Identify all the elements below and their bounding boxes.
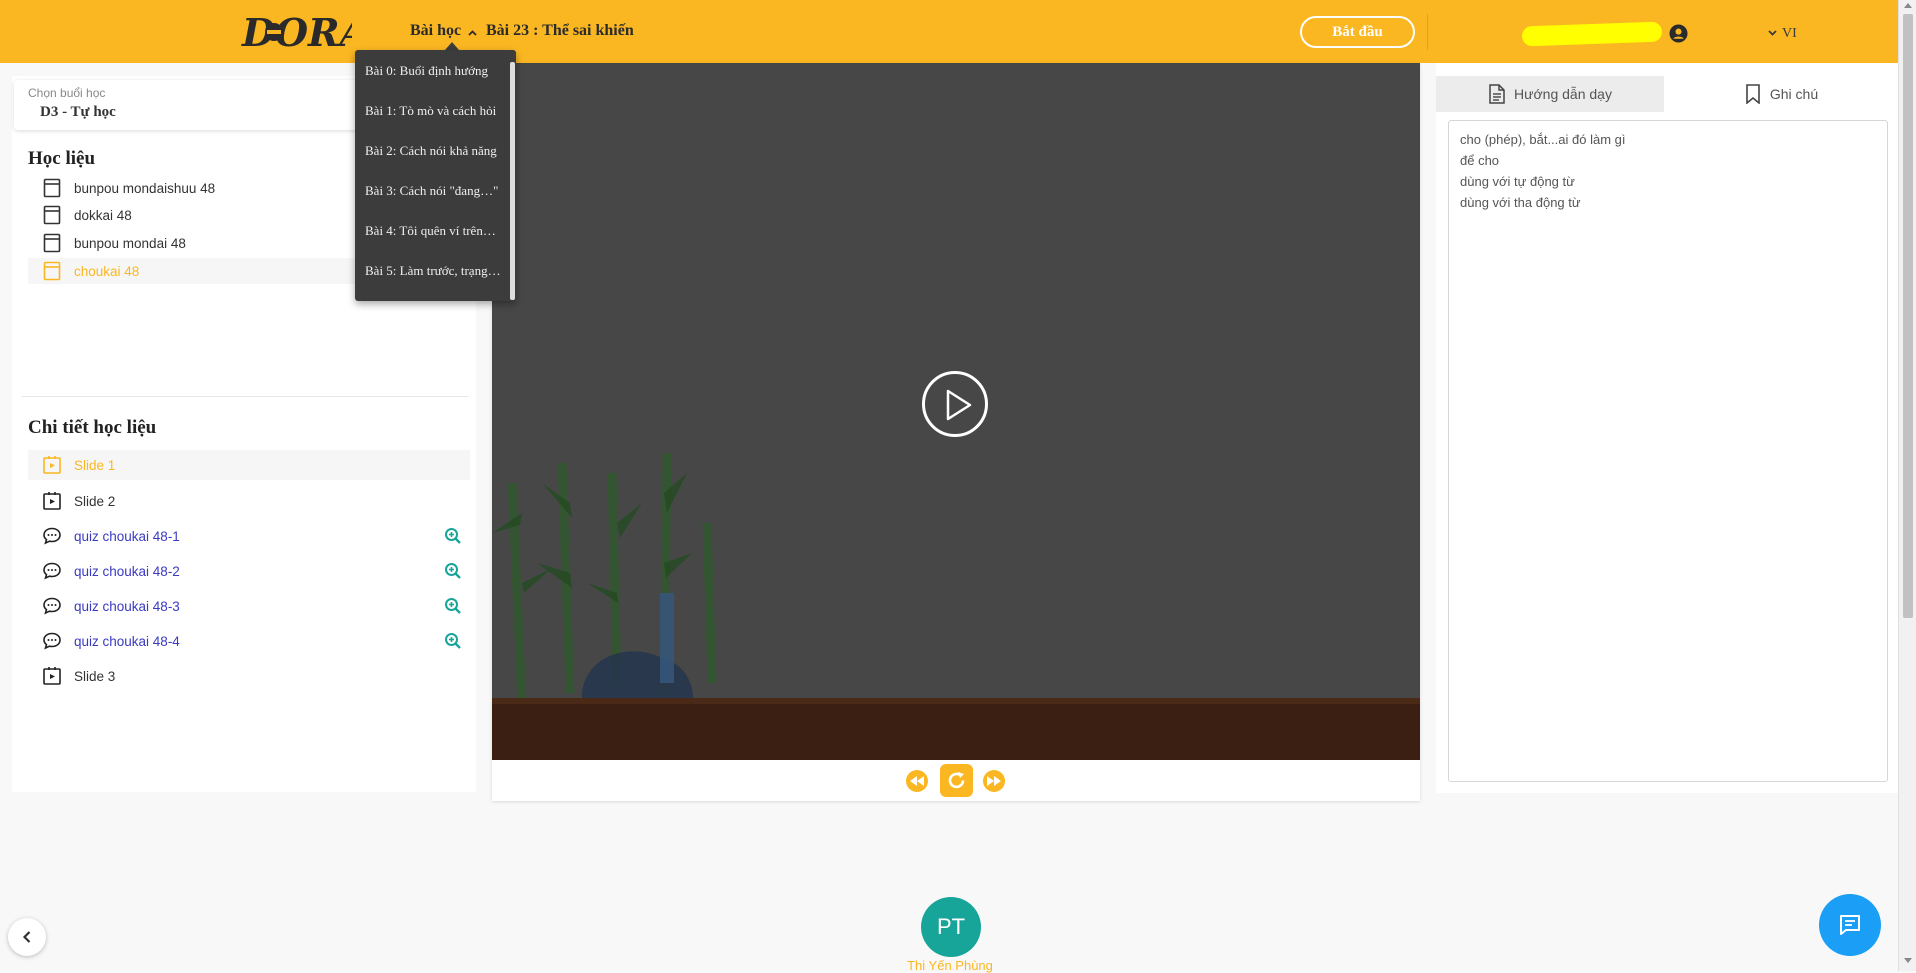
session-select-label: Chọn buổi học [28, 86, 106, 100]
user-account-icon[interactable] [1669, 24, 1688, 43]
quiz-item[interactable]: quiz choukai 48-4 [28, 626, 470, 656]
language-selector[interactable]: VI [1782, 26, 1797, 42]
dropdown-scrollbar[interactable] [510, 62, 515, 300]
note-line: cho (phép), bắt...ai đó làm gì [1460, 132, 1626, 147]
page-scrollbar[interactable] [1898, 0, 1916, 971]
material-item-label: bunpou mondaishuu 48 [74, 180, 216, 196]
scroll-thumb[interactable] [1903, 14, 1913, 618]
book-icon [43, 261, 61, 281]
detail-item[interactable]: Slide 2 [28, 486, 470, 516]
dropdown-caret [445, 42, 459, 50]
quiz-item-label: quiz choukai 48-3 [74, 598, 180, 614]
zoom-preview-icon[interactable] [444, 597, 462, 615]
current-lesson-title: Bài 23 : Thể sai khiến [486, 22, 634, 39]
tab-teaching-guide[interactable]: Hướng dẫn dạy [1436, 76, 1664, 112]
redacted-user-name [1521, 21, 1663, 47]
video-floor [492, 698, 1420, 760]
detail-item-label: Slide 1 [74, 457, 116, 473]
slide-icon [43, 492, 61, 510]
session-select-value: D3 - Tự học [40, 104, 116, 120]
fast-forward-icon [987, 776, 1001, 786]
quiz-item-label: quiz choukai 48-4 [74, 633, 180, 649]
zoom-preview-icon[interactable] [444, 632, 462, 650]
chevron-up-icon[interactable] [468, 30, 477, 36]
quiz-item-label: quiz choukai 48-2 [74, 563, 180, 579]
dropdown-lesson-item[interactable]: Bài 5: Làm trước, trạng… [365, 251, 505, 291]
lessons-menu-button[interactable]: Bài học [410, 22, 461, 40]
tab-teaching-guide-label: Hướng dẫn dạy [1514, 86, 1612, 102]
slide-icon [43, 456, 61, 474]
lesson-dropdown: Bài 0: Buổi định hướng Bài 1: Tò mò và c… [355, 50, 516, 301]
detail-item-active[interactable]: Slide 1 [28, 450, 470, 480]
collapse-back-button[interactable] [8, 918, 46, 956]
dropdown-lesson-item[interactable]: Bài 0: Buổi định hướng [365, 51, 505, 91]
quiz-item-label: quiz choukai 48-1 [74, 528, 180, 544]
header-divider [1427, 14, 1428, 50]
dropdown-lesson-item[interactable]: Bài 3: Cách nói "đang…" [365, 171, 505, 211]
quiz-item[interactable]: quiz choukai 48-2 [28, 556, 470, 586]
scroll-up-arrow[interactable] [1904, 3, 1912, 8]
avatar[interactable]: PT [921, 897, 981, 957]
material-item-label: choukai 48 [74, 263, 140, 279]
quiz-item[interactable]: quiz choukai 48-1 [28, 521, 470, 551]
detail-item-label: Slide 3 [74, 668, 116, 684]
play-icon [946, 389, 972, 421]
chat-bubble-icon [43, 527, 61, 545]
replay-icon [948, 772, 965, 789]
dropdown-lesson-item[interactable]: Bài 1: Tò mò và cách hỏi [365, 91, 505, 131]
dropdown-lesson-item[interactable]: Bài 4: Tôi quên ví trên… [365, 211, 505, 251]
book-icon [43, 178, 61, 198]
note-line: dùng với tha động từ [1460, 195, 1581, 210]
section-divider [22, 396, 468, 397]
chevron-down-icon[interactable] [1768, 30, 1777, 36]
rewind-icon [910, 776, 924, 786]
material-item-label: bunpou mondai 48 [74, 235, 186, 251]
book-icon [43, 205, 61, 225]
chat-bubble-icon [43, 632, 61, 650]
logo-text: DORA [241, 10, 352, 55]
tab-notes-label: Ghi chú [1769, 86, 1819, 102]
detail-item-label: Slide 2 [74, 493, 116, 509]
slide-icon [43, 667, 61, 685]
fast-forward-button[interactable] [983, 770, 1005, 792]
book-icon [43, 233, 61, 253]
top-bar: DORA Bài học Bài 23 : Thể sai khiến Bắt … [0, 0, 1898, 63]
notes-textarea[interactable]: cho (phép), bắt...ai đó làm gì để cho dù… [1448, 120, 1888, 782]
zoom-preview-icon[interactable] [444, 562, 462, 580]
tab-notes[interactable]: Ghi chú [1668, 76, 1894, 112]
video-player[interactable] [492, 63, 1420, 760]
dora-logo[interactable]: DORA [240, 10, 352, 56]
video-floor-edge [492, 698, 1420, 704]
chat-bubble-icon [43, 597, 61, 615]
details-heading: Chi tiết học liệu [28, 417, 157, 438]
detail-item[interactable]: Slide 3 [28, 661, 470, 691]
chat-button[interactable] [1819, 894, 1881, 956]
note-line: dùng với tự động từ [1460, 174, 1575, 189]
rewind-button[interactable] [906, 770, 928, 792]
document-icon [1489, 84, 1505, 104]
scroll-down-arrow[interactable] [1904, 958, 1912, 963]
materials-heading: Học liệu [28, 148, 96, 169]
zoom-preview-icon[interactable] [444, 527, 462, 545]
quiz-item[interactable]: quiz choukai 48-3 [28, 591, 470, 621]
play-button[interactable] [922, 371, 988, 437]
dropdown-lesson-item[interactable]: Bài 2: Cách nói khả năng [365, 131, 505, 171]
video-controls [492, 760, 1420, 801]
bookmark-icon [1746, 84, 1760, 104]
start-button[interactable]: Bắt đầu [1300, 16, 1415, 48]
note-line: để cho [1460, 153, 1500, 168]
replay-button[interactable] [940, 764, 973, 797]
chat-icon [1840, 915, 1860, 935]
material-item-label: dokkai 48 [74, 207, 132, 223]
chat-bubble-icon [43, 562, 61, 580]
chevron-left-icon [22, 931, 31, 943]
